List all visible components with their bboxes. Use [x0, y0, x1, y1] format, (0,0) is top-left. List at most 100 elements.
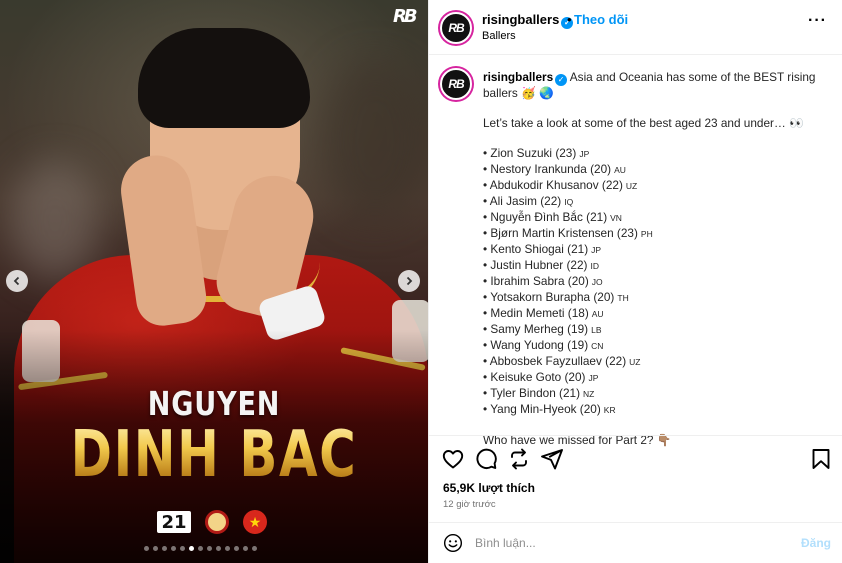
player-list-item: • Yang Min-Hyeok (20) KR — [483, 402, 828, 418]
country-code: JO — [591, 277, 603, 287]
like-count[interactable]: 65,9K lượt thích — [443, 481, 535, 495]
country-code: NZ — [583, 389, 595, 399]
verified-badge-icon: ✓ — [555, 74, 568, 86]
player-entry: • Keisuke Goto (20) — [483, 370, 586, 384]
country-code: JP — [579, 149, 590, 159]
player-entry: • Justin Hubner (22) — [483, 258, 588, 272]
country-code: ID — [590, 261, 599, 271]
background-blur — [320, 60, 428, 220]
player-list-item: • Yotsakorn Burapha (20) TH — [483, 290, 828, 306]
post-comment-button[interactable]: Đăng — [801, 536, 831, 550]
carousel-dot — [153, 546, 158, 551]
carousel-dot — [234, 546, 239, 551]
chevron-right-icon — [406, 276, 413, 286]
player-list-item: • Nestory Irankunda (20) AU — [483, 162, 828, 178]
heart-icon[interactable] — [441, 447, 465, 471]
carousel-dot — [180, 546, 185, 551]
caption-text: risingballers ✓ Asia and Oceania has some… — [483, 70, 828, 448]
player-list-item: • Wang Yudong (19) CN — [483, 338, 828, 354]
country-code: JP — [588, 373, 599, 383]
player-list-item: • Bjørn Martin Kristensen (23) PH — [483, 226, 828, 242]
player-entry: • Nguyễn Đình Bắc (21) — [483, 210, 608, 224]
player-list-item: • Zion Suzuki (23) JP — [483, 146, 828, 162]
carousel-dot — [225, 546, 230, 551]
action-bar — [429, 435, 842, 481]
repost-icon[interactable] — [507, 447, 531, 471]
caption-intro-line: risingballers ✓ Asia and Oceania has some… — [483, 70, 828, 86]
comment-input[interactable] — [475, 531, 785, 555]
player-entry: • Ibrahim Sabra (20) — [483, 274, 589, 288]
bookmark-icon[interactable] — [809, 447, 833, 471]
post-timestamp[interactable]: 12 giờ trước — [443, 499, 496, 510]
player-entry: • Yang Min-Hyeok (20) — [483, 402, 601, 416]
country-code: UZ — [629, 357, 641, 367]
player-last-name: DINH BAC — [47, 418, 381, 492]
share-icon[interactable] — [540, 447, 564, 471]
player-list-item: • Kento Shiogai (21) JP — [483, 242, 828, 258]
player-entry: • Samy Merheg (19) — [483, 322, 589, 336]
carousel-dot — [243, 546, 248, 551]
carousel-dot — [198, 546, 203, 551]
player-entry: • Abdukodir Khusanov (22) — [483, 178, 623, 192]
more-options-icon[interactable]: ··· — [808, 12, 827, 30]
carousel-prev-button[interactable] — [6, 270, 28, 292]
post-panel: RB risingballers ✓ • Theo dõi Ballers ···… — [428, 0, 842, 563]
club-crest-icon — [205, 510, 229, 534]
account-subtitle[interactable]: Ballers — [482, 30, 516, 42]
player-entry: • Zion Suzuki (23) — [483, 146, 577, 160]
country-code: AU — [614, 165, 626, 175]
country-code: CN — [591, 341, 604, 351]
player-list-item: • Samy Merheg (19) LB — [483, 322, 828, 338]
carousel-indicator — [144, 546, 257, 551]
country-code: JP — [591, 245, 602, 255]
player-list: • Zion Suzuki (23) JP • Nestory Irankunda … — [483, 146, 828, 418]
avatar[interactable]: RB — [440, 68, 472, 100]
player-entry: • Abbosbek Fayzullaev (22) — [483, 354, 627, 368]
player-entry: • Nestory Irankunda (20) — [483, 162, 612, 176]
country-code: IQ — [564, 197, 574, 207]
player-list-item: • Abbosbek Fayzullaev (22) UZ — [483, 354, 828, 370]
comment-icon[interactable] — [474, 447, 498, 471]
follow-button[interactable]: Theo dõi — [574, 12, 628, 27]
player-entry: • Ali Jasim (22) — [483, 194, 562, 208]
player-list-item: • Ali Jasim (22) IQ — [483, 194, 828, 210]
separator-dot: • — [567, 12, 572, 27]
player-hair — [138, 28, 310, 128]
age-badge: 21 — [157, 511, 191, 533]
avatar[interactable]: RB — [440, 12, 472, 44]
post-media[interactable]: RB NGUYEN DINH BAC 21 ★ — [0, 0, 428, 563]
carousel-dot — [189, 546, 194, 551]
post-caption: RB risingballers ✓ Asia and Oceania has s… — [429, 56, 842, 447]
player-badges: 21 ★ — [157, 510, 267, 534]
caption-username[interactable]: risingballers — [483, 70, 553, 84]
player-entry: • Kento Shiogai (21) — [483, 242, 589, 256]
country-code: PH — [640, 229, 653, 239]
carousel-dot — [162, 546, 167, 551]
caption-intro-2: ballers 🥳 🌏 — [483, 86, 554, 100]
player-entry: • Wang Yudong (19) — [483, 338, 589, 352]
player-list-item: • Nguyễn Đình Bắc (21) VN — [483, 210, 828, 226]
country-code: LB — [591, 325, 602, 335]
player-entry: • Bjørn Martin Kristensen (23) — [483, 226, 638, 240]
emoji-icon[interactable] — [443, 533, 463, 553]
player-entry: • Tyler Bindon (21) — [483, 386, 581, 400]
country-code: TH — [617, 293, 629, 303]
country-code: UZ — [625, 181, 638, 191]
carousel-dot — [171, 546, 176, 551]
country-code: KR — [603, 405, 616, 415]
username-text[interactable]: risingballers — [482, 12, 559, 27]
brand-logo: RB — [393, 6, 418, 27]
player-list-item: • Ibrahim Sabra (20) JO — [483, 274, 828, 290]
country-code: AU — [591, 309, 604, 319]
carousel-dot — [216, 546, 221, 551]
caption-lead: Let’s take a look at some of the best ag… — [483, 116, 804, 130]
comment-bar: Đăng — [429, 522, 842, 563]
country-code: VN — [610, 213, 622, 223]
carousel-next-button[interactable] — [398, 270, 420, 292]
carousel-dot — [144, 546, 149, 551]
background-blur — [10, 160, 100, 280]
player-list-item: • Tyler Bindon (21) NZ — [483, 386, 828, 402]
player-list-item: • Medin Memeti (18) AU — [483, 306, 828, 322]
carousel-dot — [207, 546, 212, 551]
username[interactable]: risingballers ✓ — [482, 12, 574, 29]
